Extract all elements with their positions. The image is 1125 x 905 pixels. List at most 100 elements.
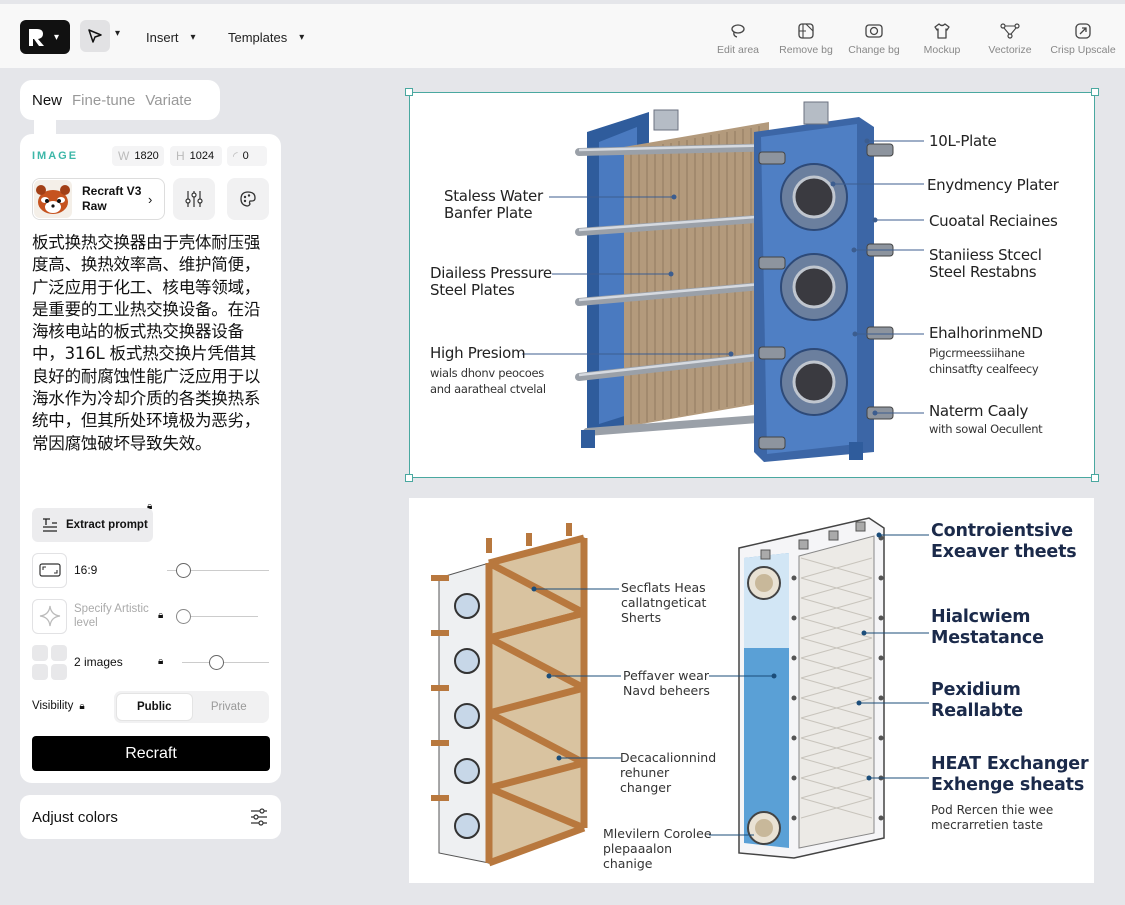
resize-handle-tr[interactable] <box>1091 88 1099 96</box>
image1-label-r5: EhalhorinmeND <box>929 324 1043 342</box>
width-key: W <box>118 149 130 163</box>
insert-menu[interactable]: Insert ▾ <box>146 30 196 45</box>
recraft-button[interactable]: Recraft <box>32 736 270 771</box>
visibility-private-option[interactable]: Private <box>192 694 267 720</box>
image2-label-r3: Pexidium Reallabte <box>931 680 1023 721</box>
chevron-down-icon: ▾ <box>299 32 305 43</box>
artistic-slider-track[interactable] <box>182 616 258 617</box>
seed-field[interactable]: ◜ 0 <box>227 146 267 166</box>
image1-label-r1: 10L-Plate <box>929 132 997 150</box>
recraft-logo-icon <box>29 29 44 46</box>
visibility-toggle[interactable]: Public Private <box>114 691 269 723</box>
image1-label-r5s: Pigcrmeessiihane chinsatfty cealfeecy <box>929 346 1039 376</box>
image2-label-r4s: Pod Rercen thie wee mecrarretien taste <box>931 803 1054 832</box>
resize-handle-bl[interactable] <box>405 474 413 482</box>
chevron-right-icon: › <box>148 191 153 207</box>
width-field[interactable]: W 1820 <box>112 146 164 166</box>
generated-image-2[interactable]: Secflats Heas callatngeticat Sherts Peff… <box>409 498 1094 883</box>
model-avatar <box>33 179 73 219</box>
sliders-icon <box>185 191 203 207</box>
visibility-text: Visibility <box>32 700 74 712</box>
model-name: Recraft V3 Raw <box>82 184 142 213</box>
prompt-text[interactable]: 板式换热交换器由于壳体耐压强度高、换热效率高、维护简便，广泛应用于化工、核电等领… <box>32 232 272 455</box>
image1-label-r3: Cuoatal Reciaines <box>929 212 1058 230</box>
remove-bg-icon <box>798 23 814 39</box>
image1-label-l2: Diailess Pressure Steel Plates <box>430 264 552 299</box>
chevron-down-icon: ▾ <box>54 31 60 43</box>
seed-value: 0 <box>242 150 249 162</box>
image-section-label: IMAGE <box>32 150 79 162</box>
aspect-ratio-icon <box>38 563 61 577</box>
templates-menu[interactable]: Templates ▾ <box>228 30 304 45</box>
image2-label-r4: HEAT Exchanger Exhenge sheats <box>931 754 1089 795</box>
grid-cell-icon <box>51 663 67 680</box>
adjust-sliders-icon <box>251 808 267 826</box>
artistic-slider-knob[interactable] <box>176 609 191 624</box>
vectorize-tool[interactable]: Vectorize <box>970 18 1050 56</box>
generated-image-1[interactable]: Staless Water Banfer Plate Diailess Pres… <box>409 92 1095 478</box>
cursor-icon <box>88 29 102 43</box>
artistic-level-label: Specify Artistic level <box>74 603 149 629</box>
grid-icon-box <box>32 644 67 680</box>
image1-label-r4: Staniiess Stcecl Steel Restabns <box>929 246 1042 281</box>
lasso-icon <box>731 24 745 38</box>
visibility-public-option[interactable]: Public <box>117 694 192 720</box>
red-panda-icon <box>34 180 72 218</box>
vectorize-icon <box>1000 23 1020 39</box>
insert-menu-label: Insert <box>146 30 179 45</box>
crisp-upscale-label: Crisp Upscale <box>1050 44 1116 56</box>
visibility-label: Visibility 🔒︎ <box>32 700 85 712</box>
tab-variate[interactable]: Variate <box>145 92 191 109</box>
image2-label-c1: Secflats Heas callatngeticat Sherts <box>621 580 707 625</box>
lock-icon: 🔒︎ <box>158 656 164 667</box>
model-selector[interactable]: Recraft V3 Raw › <box>32 178 165 220</box>
tab-fine-tune[interactable]: Fine-tune <box>72 92 135 109</box>
resize-handle-br[interactable] <box>1091 474 1099 482</box>
artistic-icon-box <box>32 598 67 634</box>
image-count-slider-track[interactable] <box>182 662 269 663</box>
upscale-icon <box>1075 23 1091 39</box>
resize-handle-tl[interactable] <box>405 88 413 96</box>
generation-panel: IMAGE W 1820 H 1024 ◜ 0 Recraft V3 Raw ›… <box>20 134 281 783</box>
image1-label-r6: Naterm Caaly <box>929 402 1029 420</box>
image-count-label: 2 images <box>74 655 123 669</box>
shirt-icon <box>934 23 950 39</box>
image2-label-c4: Mlevilern Corolee plepaaalon chanige <box>603 826 712 871</box>
extract-prompt-label: Extract prompt <box>66 519 148 531</box>
change-bg-icon <box>865 24 883 38</box>
app-logo-menu[interactable]: ▾ <box>20 20 70 54</box>
sparkle-icon <box>39 605 60 627</box>
adjust-colors-card[interactable]: Adjust colors <box>20 795 281 839</box>
grid-cell-icon <box>32 644 48 661</box>
image1-label-r6s: with sowal Oecullent <box>929 422 1043 436</box>
text-lines-icon <box>43 518 57 532</box>
select-tool-button[interactable] <box>80 20 110 52</box>
height-key: H <box>176 149 185 163</box>
color-palette-button[interactable] <box>227 178 269 220</box>
panel-connector <box>34 120 56 134</box>
width-value: 1820 <box>134 150 159 162</box>
aspect-ratio-slider-knob[interactable] <box>176 563 191 578</box>
image2-label-r2: Hialcwiem Mestatance <box>931 607 1044 648</box>
mode-tabs: New Fine-tune Variate <box>20 80 220 120</box>
adjust-colors-label: Adjust colors <box>32 808 118 826</box>
seed-icon: ◜ <box>233 149 238 163</box>
extract-prompt-button[interactable]: Extract prompt <box>32 508 153 542</box>
lock-icon: 🔒︎ <box>158 610 164 621</box>
lock-icon: 🔒︎ <box>79 700 85 712</box>
top-toolbar: ▾ ▾ Insert ▾ Templates ▾ Edit area Remov… <box>0 0 1125 68</box>
image1-label-l3: High Presiom <box>430 344 526 362</box>
chevron-down-icon: ▾ <box>190 32 196 43</box>
tab-new[interactable]: New <box>32 92 62 109</box>
grid-cell-icon <box>51 644 67 661</box>
style-settings-button[interactable] <box>173 178 215 220</box>
vectorize-label: Vectorize <box>988 44 1032 56</box>
image2-label-c2: Peffaver wear Navd beheers <box>623 668 710 698</box>
chevron-down-icon[interactable]: ▾ <box>115 28 120 39</box>
image1-label-r2: Enydmency Plater <box>927 176 1059 194</box>
templates-menu-label: Templates <box>228 30 288 45</box>
crisp-upscale-tool[interactable]: Crisp Upscale <box>1043 18 1123 56</box>
height-field[interactable]: H 1024 <box>170 146 222 166</box>
image-count-slider-knob[interactable] <box>209 655 224 670</box>
aspect-ratio-label: 16:9 <box>74 563 98 577</box>
